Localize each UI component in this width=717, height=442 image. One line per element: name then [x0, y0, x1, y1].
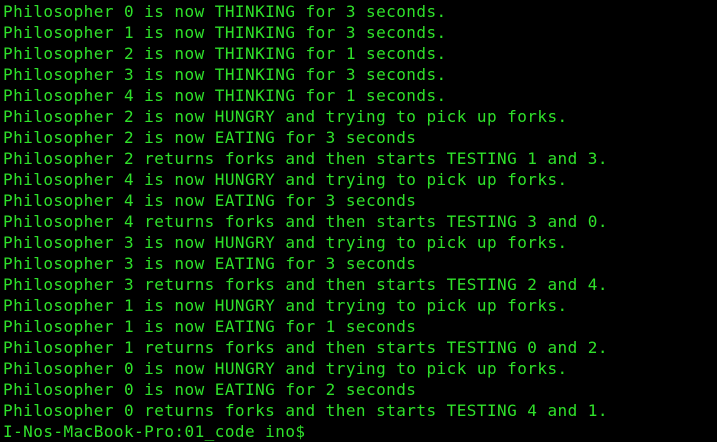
output-line-1: Philosopher 0 is now THINKING for 3 seco… [3, 2, 447, 21]
output-line-13: Philosopher 3 is now EATING for 3 second… [3, 254, 417, 273]
output-line-7: Philosopher 2 is now EATING for 3 second… [3, 128, 417, 147]
command-prompt-line[interactable]: I-Nos-MacBook-Pro:01_code ino$ [3, 421, 325, 442]
output-line-11: Philosopher 4 returns forks and then sta… [3, 212, 608, 231]
output-line-14: Philosopher 3 returns forks and then sta… [3, 275, 608, 294]
output-line-6: Philosopher 2 is now HUNGRY and trying t… [3, 107, 568, 126]
output-line-18: Philosopher 0 is now HUNGRY and trying t… [3, 359, 568, 378]
output-line-19: Philosopher 0 is now EATING for 2 second… [3, 380, 417, 399]
output-line-8: Philosopher 2 returns forks and then sta… [3, 149, 608, 168]
output-line-3: Philosopher 2 is now THINKING for 1 seco… [3, 44, 447, 63]
output-line-10: Philosopher 4 is now EATING for 3 second… [3, 191, 417, 210]
terminal-window[interactable]: Philosopher 0 is now THINKING for 3 seco… [0, 0, 717, 442]
shell-prompt: I-Nos-MacBook-Pro:01_code ino$ [3, 422, 316, 441]
output-line-15: Philosopher 1 is now HUNGRY and trying t… [3, 296, 568, 315]
text-cursor [316, 423, 325, 439]
output-line-2: Philosopher 1 is now THINKING for 3 seco… [3, 23, 447, 42]
output-line-4: Philosopher 3 is now THINKING for 3 seco… [3, 65, 447, 84]
output-line-17: Philosopher 1 returns forks and then sta… [3, 338, 608, 357]
output-line-5: Philosopher 4 is now THINKING for 1 seco… [3, 86, 447, 105]
output-line-16: Philosopher 1 is now EATING for 1 second… [3, 317, 417, 336]
output-line-12: Philosopher 3 is now HUNGRY and trying t… [3, 233, 568, 252]
output-line-9: Philosopher 4 is now HUNGRY and trying t… [3, 170, 568, 189]
output-line-20: Philosopher 0 returns forks and then sta… [3, 401, 608, 420]
